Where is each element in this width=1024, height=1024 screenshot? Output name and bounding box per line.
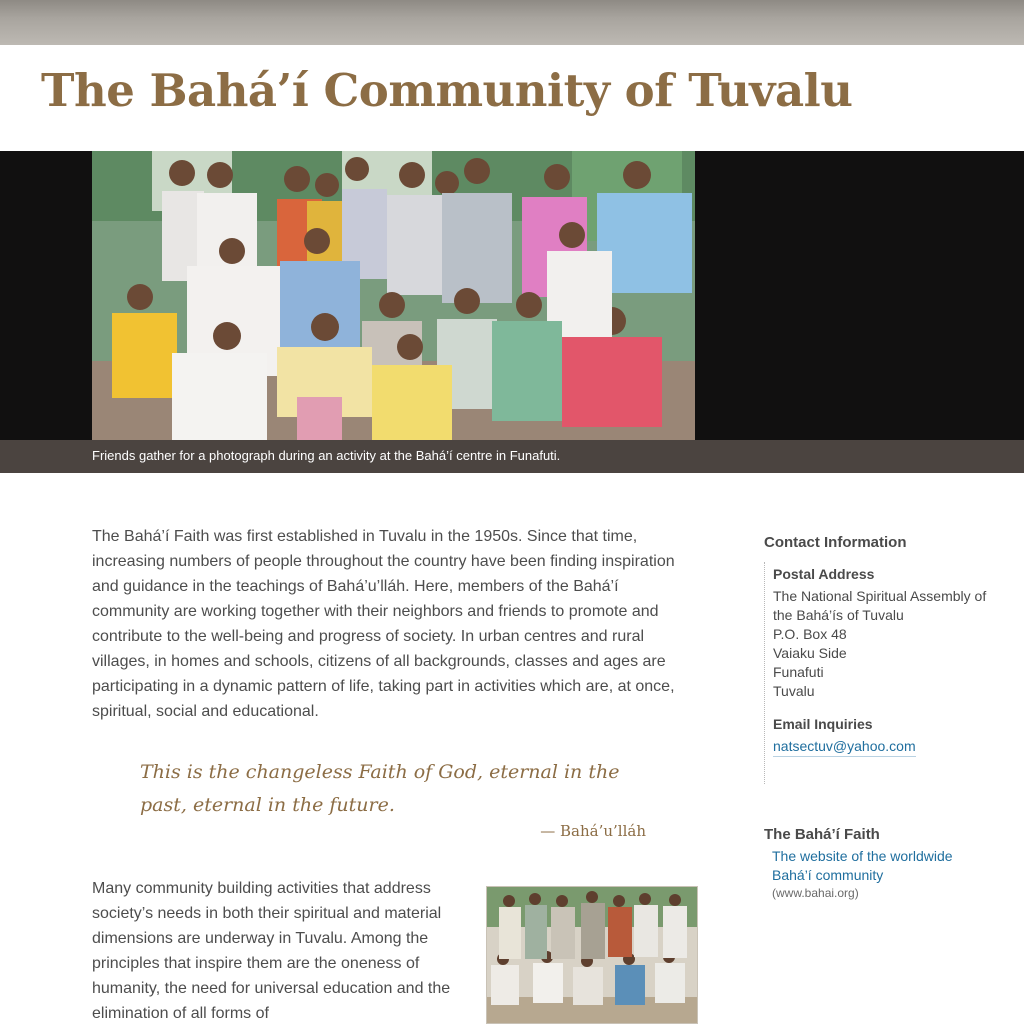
address-line: P.O. Box 48 [773,626,847,642]
intro-paragraph: The Bahá’í Faith was first established i… [92,528,675,720]
site-title[interactable]: The Bahá’í Community of Tuvalu [41,64,853,117]
pull-quote: This is the changeless Faith of God, ete… [140,761,620,816]
bahai-faith-heading: The Bahá’í Faith [764,826,880,843]
hero-caption: Friends gather for a photograph during a… [92,448,561,463]
group-photo-illustration [92,151,695,440]
address-line: Vaiaku Side [773,645,847,661]
bahai-website-url: (www.bahai.org) [772,886,859,900]
bahai-website-link[interactable]: The website of the worldwide Bahá’í comm… [772,847,992,885]
top-banner-bar [0,0,1024,45]
sidebar: Contact Information Postal Address The N… [764,534,1014,900]
group-photo-thumbnail[interactable] [486,886,698,1024]
email-inquiries-label: Email Inquiries [773,716,873,732]
contact-block: Postal Address The National Spiritual As… [764,562,1014,784]
address-line: The National Spiritual Assembly of [773,588,987,604]
email-link[interactable]: natsectuv@yahoo.com [773,737,916,757]
hero-photo [92,151,695,440]
contact-heading: Contact Information [764,534,907,551]
address-line: Funafuti [773,664,824,680]
quote-attribution: — Bahá’u’lláh [540,822,646,840]
community-paragraph: Many community building activities that … [92,880,451,1022]
postal-address: The National Spiritual Assembly of the B… [773,587,1014,701]
postal-address-label: Postal Address [773,566,875,582]
address-line: the Bahá’ís of Tuvalu [773,607,904,623]
men-group-photo-illustration [487,887,697,1023]
address-line: Tuvalu [773,683,815,699]
